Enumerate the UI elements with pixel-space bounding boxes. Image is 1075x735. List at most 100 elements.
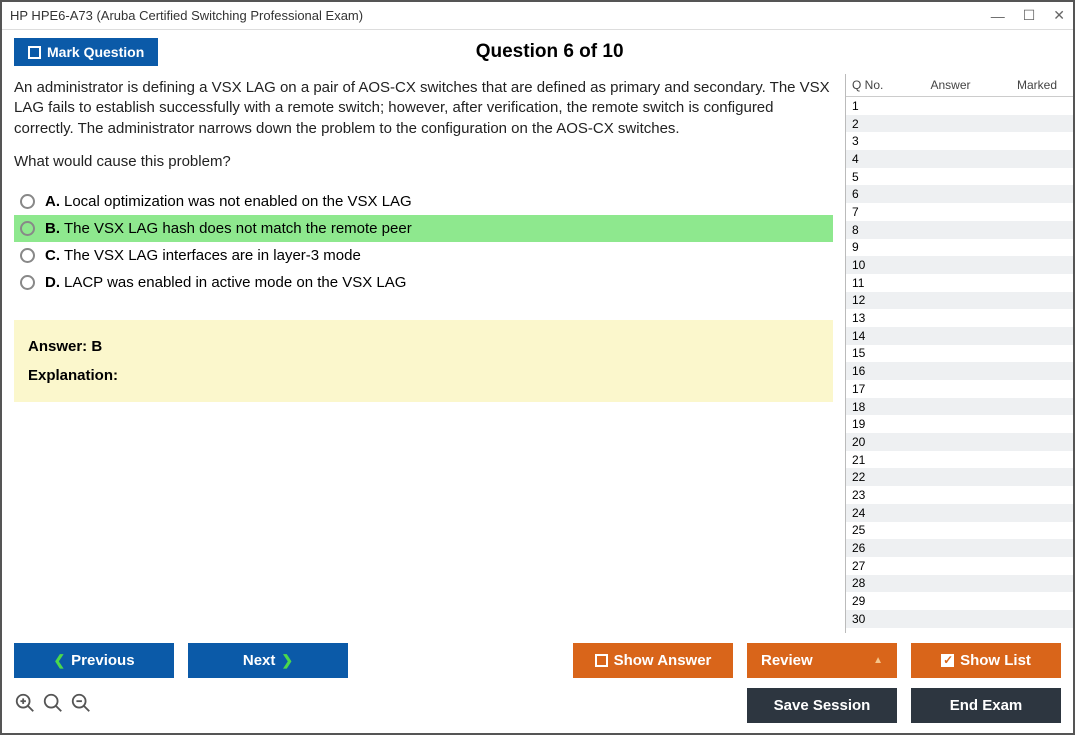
radio-icon bbox=[20, 248, 35, 263]
sidebar-row[interactable]: 8 bbox=[846, 221, 1073, 239]
chevron-right-icon: ❯ bbox=[281, 652, 293, 669]
row-qno: 7 bbox=[852, 205, 894, 219]
sidebar-row[interactable]: 14 bbox=[846, 327, 1073, 345]
sidebar-row[interactable]: 15 bbox=[846, 345, 1073, 363]
question-panel: An administrator is defining a VSX LAG o… bbox=[2, 74, 845, 633]
sidebar-row[interactable]: 30 bbox=[846, 610, 1073, 628]
sidebar-row[interactable]: 22 bbox=[846, 468, 1073, 486]
row-qno: 12 bbox=[852, 293, 894, 307]
row-qno: 23 bbox=[852, 488, 894, 502]
sidebar-row[interactable]: 2 bbox=[846, 115, 1073, 133]
sidebar-row[interactable]: 26 bbox=[846, 539, 1073, 557]
sidebar-row[interactable]: 29 bbox=[846, 592, 1073, 610]
sidebar-row[interactable]: 12 bbox=[846, 292, 1073, 310]
end-exam-button[interactable]: End Exam bbox=[911, 688, 1061, 723]
mark-question-button[interactable]: Mark Question bbox=[14, 38, 158, 66]
option-c[interactable]: C. The VSX LAG interfaces are in layer-3… bbox=[14, 242, 833, 269]
save-session-button[interactable]: Save Session bbox=[747, 688, 897, 723]
next-label: Next bbox=[243, 652, 276, 669]
sidebar-row[interactable]: 16 bbox=[846, 362, 1073, 380]
app-window: HP HPE6-A73 (Aruba Certified Switching P… bbox=[0, 0, 1075, 735]
col-qno: Q No. bbox=[852, 78, 894, 92]
sidebar-row[interactable]: 4 bbox=[846, 150, 1073, 168]
question-list-sidebar: Q No. Answer Marked 12345678910111213141… bbox=[845, 74, 1073, 633]
explanation-label: Explanation: bbox=[28, 367, 819, 384]
sidebar-row[interactable]: 21 bbox=[846, 451, 1073, 469]
close-icon[interactable]: ✕ bbox=[1053, 7, 1065, 24]
sidebar-row[interactable]: 1 bbox=[846, 97, 1073, 115]
footer-row-2: Save Session End Exam bbox=[14, 688, 1061, 723]
window-title: HP HPE6-A73 (Aruba Certified Switching P… bbox=[10, 8, 991, 23]
sidebar-row[interactable]: 18 bbox=[846, 398, 1073, 416]
answer-text: Answer: B bbox=[28, 338, 819, 355]
maximize-icon[interactable]: ☐ bbox=[1023, 7, 1036, 24]
mark-question-label: Mark Question bbox=[47, 44, 144, 60]
sidebar-row[interactable]: 20 bbox=[846, 433, 1073, 451]
row-qno: 22 bbox=[852, 470, 894, 484]
row-qno: 13 bbox=[852, 311, 894, 325]
option-text: Local optimization was not enabled on th… bbox=[64, 193, 412, 210]
sidebar-row[interactable]: 5 bbox=[846, 168, 1073, 186]
row-qno: 18 bbox=[852, 400, 894, 414]
option-letter: A. bbox=[45, 193, 60, 210]
previous-button[interactable]: ❮ Previous bbox=[14, 643, 174, 678]
option-text: The VSX LAG interfaces are in layer-3 mo… bbox=[64, 247, 361, 264]
body: An administrator is defining a VSX LAG o… bbox=[2, 74, 1073, 633]
row-qno: 11 bbox=[852, 276, 894, 290]
answer-box: Answer: B Explanation: bbox=[14, 320, 833, 402]
row-qno: 19 bbox=[852, 417, 894, 431]
sidebar-row[interactable]: 27 bbox=[846, 557, 1073, 575]
col-answer: Answer bbox=[894, 78, 1007, 92]
row-qno: 3 bbox=[852, 134, 894, 148]
sidebar-row[interactable]: 28 bbox=[846, 575, 1073, 593]
show-list-button[interactable]: Show List bbox=[911, 643, 1061, 678]
sidebar-row[interactable]: 7 bbox=[846, 203, 1073, 221]
sidebar-row[interactable]: 23 bbox=[846, 486, 1073, 504]
row-qno: 27 bbox=[852, 559, 894, 573]
window-controls: — ☐ ✕ bbox=[991, 7, 1065, 24]
row-qno: 25 bbox=[852, 523, 894, 537]
titlebar: HP HPE6-A73 (Aruba Certified Switching P… bbox=[2, 2, 1073, 30]
sidebar-row[interactable]: 10 bbox=[846, 256, 1073, 274]
row-qno: 8 bbox=[852, 223, 894, 237]
row-qno: 6 bbox=[852, 187, 894, 201]
sidebar-row[interactable]: 9 bbox=[846, 239, 1073, 257]
option-text: LACP was enabled in active mode on the V… bbox=[64, 274, 406, 291]
footer: ❮ Previous Next ❯ Show Answer Review ▲ S… bbox=[2, 633, 1073, 733]
zoom-out-icon[interactable] bbox=[70, 692, 92, 720]
next-button[interactable]: Next ❯ bbox=[188, 643, 348, 678]
checkbox-checked-icon bbox=[941, 654, 954, 667]
sidebar-row[interactable]: 24 bbox=[846, 504, 1073, 522]
radio-icon bbox=[20, 221, 35, 236]
sidebar-row[interactable]: 11 bbox=[846, 274, 1073, 292]
row-qno: 21 bbox=[852, 453, 894, 467]
sidebar-row[interactable]: 17 bbox=[846, 380, 1073, 398]
zoom-reset-icon[interactable] bbox=[14, 692, 36, 720]
review-button[interactable]: Review ▲ bbox=[747, 643, 897, 678]
show-answer-label: Show Answer bbox=[614, 652, 712, 669]
checkbox-icon bbox=[28, 46, 41, 59]
row-qno: 14 bbox=[852, 329, 894, 343]
zoom-in-icon[interactable] bbox=[42, 692, 64, 720]
save-session-label: Save Session bbox=[774, 697, 871, 714]
option-d[interactable]: D. LACP was enabled in active mode on th… bbox=[14, 269, 833, 296]
option-b[interactable]: B. The VSX LAG hash does not match the r… bbox=[14, 215, 833, 242]
sidebar-row[interactable]: 19 bbox=[846, 415, 1073, 433]
show-answer-button[interactable]: Show Answer bbox=[573, 643, 733, 678]
previous-label: Previous bbox=[71, 652, 134, 669]
sidebar-row[interactable]: 13 bbox=[846, 309, 1073, 327]
sidebar-row[interactable]: 3 bbox=[846, 132, 1073, 150]
sidebar-row[interactable]: 25 bbox=[846, 522, 1073, 540]
row-qno: 4 bbox=[852, 152, 894, 166]
minimize-icon[interactable]: — bbox=[991, 8, 1005, 24]
row-qno: 1 bbox=[852, 99, 894, 113]
option-a[interactable]: A. Local optimization was not enabled on… bbox=[14, 188, 833, 215]
question-text: An administrator is defining a VSX LAG o… bbox=[14, 78, 833, 139]
sidebar-rows[interactable]: 1234567891011121314151617181920212223242… bbox=[846, 97, 1073, 633]
sidebar-row[interactable]: 6 bbox=[846, 185, 1073, 203]
end-exam-label: End Exam bbox=[950, 697, 1023, 714]
review-label: Review bbox=[761, 652, 813, 669]
option-letter: D. bbox=[45, 274, 60, 291]
sidebar-header: Q No. Answer Marked bbox=[846, 74, 1073, 97]
row-qno: 9 bbox=[852, 240, 894, 254]
